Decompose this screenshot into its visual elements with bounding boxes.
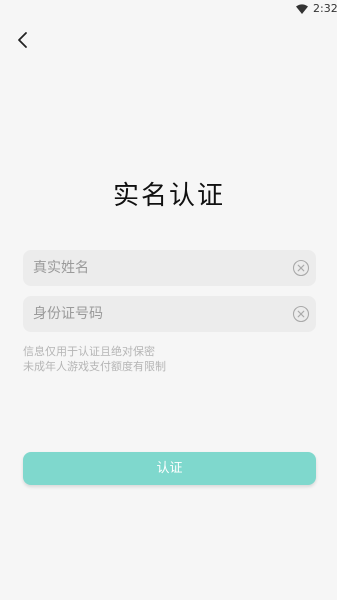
real-name-field[interactable] (23, 250, 316, 286)
chevron-left-icon (18, 32, 27, 48)
id-number-input[interactable] (33, 296, 288, 332)
clear-id-icon[interactable] (292, 305, 310, 323)
id-number-field[interactable] (23, 296, 316, 332)
status-time: 2:32 (313, 2, 338, 15)
status-bar: 2:32 (0, 0, 338, 18)
real-name-input[interactable] (33, 250, 288, 286)
wifi-icon (296, 4, 308, 14)
privacy-notice: 信息仅用于认证且绝对保密 未成年人游戏支付额度有限制 (23, 344, 166, 374)
page-title: 实名认证 (112, 181, 225, 211)
minor-limit-notice-line: 未成年人游戏支付额度有限制 (23, 360, 166, 373)
verify-button[interactable]: 认证 (23, 452, 316, 485)
privacy-notice-line: 信息仅用于认证且绝对保密 (23, 345, 155, 358)
back-button[interactable] (12, 29, 34, 51)
clear-name-icon[interactable] (292, 259, 310, 277)
